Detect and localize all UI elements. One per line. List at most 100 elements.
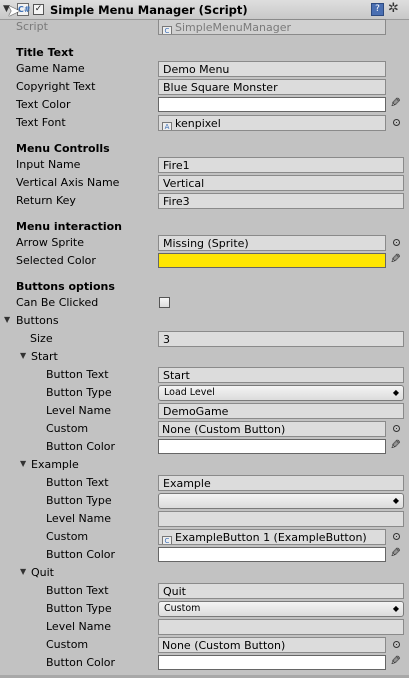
custom-field[interactable]: C ExampleButton 1 (ExampleButton) <box>158 529 386 545</box>
array-size-row: Size 3 <box>0 330 409 348</box>
button-color-swatch[interactable] <box>158 547 386 562</box>
button-text-label: Button Text <box>46 368 109 381</box>
level-name-label: Level Name <box>46 620 111 633</box>
arrow-sprite-label: Arrow Sprite <box>16 236 84 249</box>
object-picker-icon[interactable] <box>393 533 400 540</box>
button-element-foldout[interactable]: ▼ Example <box>0 456 409 474</box>
custom-row: Custom None (Custom Button) <box>0 636 409 654</box>
text-color-row: Text Color ✎ <box>0 96 409 114</box>
button-type-row: Button Type Custom ◆ <box>0 600 409 618</box>
custom-label: Custom <box>46 422 89 435</box>
button-type-row: Button Type Load Level ◆ <box>0 384 409 402</box>
return-key-field[interactable]: Fire3 <box>158 193 404 209</box>
button-color-swatch[interactable] <box>158 655 386 670</box>
button-type-dropdown[interactable]: Custom ◆ <box>158 601 404 617</box>
custom-value: None (Custom Button) <box>162 423 286 436</box>
help-book-icon[interactable]: ? <box>371 3 384 16</box>
button-text-row: Button Text Example <box>0 474 409 492</box>
selected-color-row: Selected Color ✎ <box>0 252 409 270</box>
return-key-row: Return Key Fire3 <box>0 192 409 210</box>
button-color-row: Button Color ✎ <box>0 546 409 564</box>
object-picker-icon[interactable] <box>393 239 400 246</box>
selected-color-swatch[interactable] <box>158 253 386 268</box>
level-name-label: Level Name <box>46 512 111 525</box>
foldout-arrow-icon[interactable]: ▼ <box>4 315 10 324</box>
input-name-label: Input Name <box>16 158 81 171</box>
custom-label: Custom <box>46 530 89 543</box>
can-be-clicked-checkbox[interactable] <box>159 297 170 308</box>
object-picker-icon[interactable] <box>393 119 400 126</box>
text-font-field[interactable]: Akenpixel <box>158 115 386 131</box>
array-size-label: Size <box>30 332 53 345</box>
text-font-label: Text Font <box>16 116 66 129</box>
eyedropper-icon[interactable]: ✎ <box>390 654 401 669</box>
button-type-label: Button Type <box>46 494 112 507</box>
level-name-field[interactable] <box>158 619 404 635</box>
arrow-sprite-field[interactable]: Missing (Sprite) <box>158 235 386 251</box>
button-text-row: Button Text Quit <box>0 582 409 600</box>
button-element-name: Example <box>31 458 79 471</box>
custom-field[interactable]: None (Custom Button) <box>158 637 386 653</box>
buttons-array-label: Buttons <box>16 314 59 327</box>
level-name-row: Level Name <box>0 510 409 528</box>
custom-label: Custom <box>46 638 89 651</box>
game-name-field[interactable]: Demo Menu <box>158 61 386 77</box>
foldout-arrow-icon[interactable]: ▼ <box>20 351 26 360</box>
section-heading-menu-interaction: Menu interaction <box>16 220 123 233</box>
script-file-icon: C <box>162 536 172 544</box>
button-text-field[interactable]: Quit <box>158 583 404 599</box>
button-element-foldout[interactable]: ▼ Start <box>0 348 409 366</box>
eyedropper-icon[interactable]: ✎ <box>390 546 401 561</box>
button-color-row: Button Color ✎ <box>0 438 409 456</box>
text-color-swatch[interactable] <box>158 97 386 112</box>
component-enabled-checkbox[interactable]: ✓ <box>33 4 44 15</box>
button-color-swatch[interactable] <box>158 439 386 454</box>
button-text-field[interactable]: Start <box>158 367 404 383</box>
text-font-row: Text Font Akenpixel <box>0 114 409 132</box>
eyedropper-icon[interactable]: ✎ <box>390 96 401 111</box>
eyedropper-icon[interactable]: ✎ <box>390 438 401 453</box>
section-heading-title-text: Title Text <box>16 46 74 59</box>
custom-field[interactable]: None (Custom Button) <box>158 421 386 437</box>
array-size-field[interactable]: 3 <box>158 331 404 347</box>
object-picker-icon[interactable] <box>393 425 400 432</box>
foldout-arrow-icon[interactable]: ▼ <box>20 567 26 576</box>
button-type-value: Custom <box>164 603 201 614</box>
button-type-dropdown[interactable]: Load Level ◆ <box>158 385 404 401</box>
copyright-row: Copyright Text Blue Square Monster <box>0 78 409 96</box>
object-picker-icon[interactable] <box>393 641 400 648</box>
font-asset-icon: A <box>162 122 172 130</box>
input-name-field[interactable]: Fire1 <box>158 157 404 173</box>
custom-row: Custom None (Custom Button) <box>0 420 409 438</box>
return-key-label: Return Key <box>16 194 76 207</box>
buttons-array-row[interactable]: ▼ Buttons <box>0 312 409 330</box>
foldout-arrow-icon[interactable]: ▼ <box>20 459 26 468</box>
button-type-label: Button Type <box>46 386 112 399</box>
can-be-clicked-row: Can Be Clicked <box>0 294 409 312</box>
vertical-axis-field[interactable]: Vertical <box>158 175 404 191</box>
copyright-label: Copyright Text <box>16 80 96 93</box>
button-element-foldout[interactable]: ▼ Quit <box>0 564 409 582</box>
level-name-field[interactable] <box>158 511 404 527</box>
level-name-row: Level Name DemoGame <box>0 402 409 420</box>
gear-icon[interactable]: ✲ <box>388 1 399 16</box>
level-name-field[interactable]: DemoGame <box>158 403 404 419</box>
level-name-row: Level Name <box>0 618 409 636</box>
script-file-icon: C <box>162 26 172 34</box>
button-element-name: Quit <box>31 566 54 579</box>
arrow-sprite-row: Arrow Sprite Missing (Sprite) <box>0 234 409 252</box>
button-element-name: Start <box>31 350 58 363</box>
input-name-row: Input Name Fire1 <box>0 156 409 174</box>
selected-color-label: Selected Color <box>16 254 96 267</box>
vertical-axis-label: Vertical Axis Name <box>16 176 120 189</box>
dropdown-arrow-icon: ◆ <box>392 604 399 613</box>
script-label: Script <box>16 20 48 33</box>
button-text-row: Button Text Start <box>0 366 409 384</box>
copyright-field[interactable]: Blue Square Monster <box>158 79 386 95</box>
component-header[interactable]: ▼ C# ✓ Simple Menu Manager (Script) ? ✲ <box>0 0 409 20</box>
game-name-row: Game Name Demo Menu <box>0 60 409 78</box>
button-type-dropdown[interactable]: ◆ <box>158 493 404 509</box>
eyedropper-icon[interactable]: ✎ <box>390 252 401 267</box>
script-value: SimpleMenuManager <box>175 21 291 34</box>
button-text-field[interactable]: Example <box>158 475 404 491</box>
